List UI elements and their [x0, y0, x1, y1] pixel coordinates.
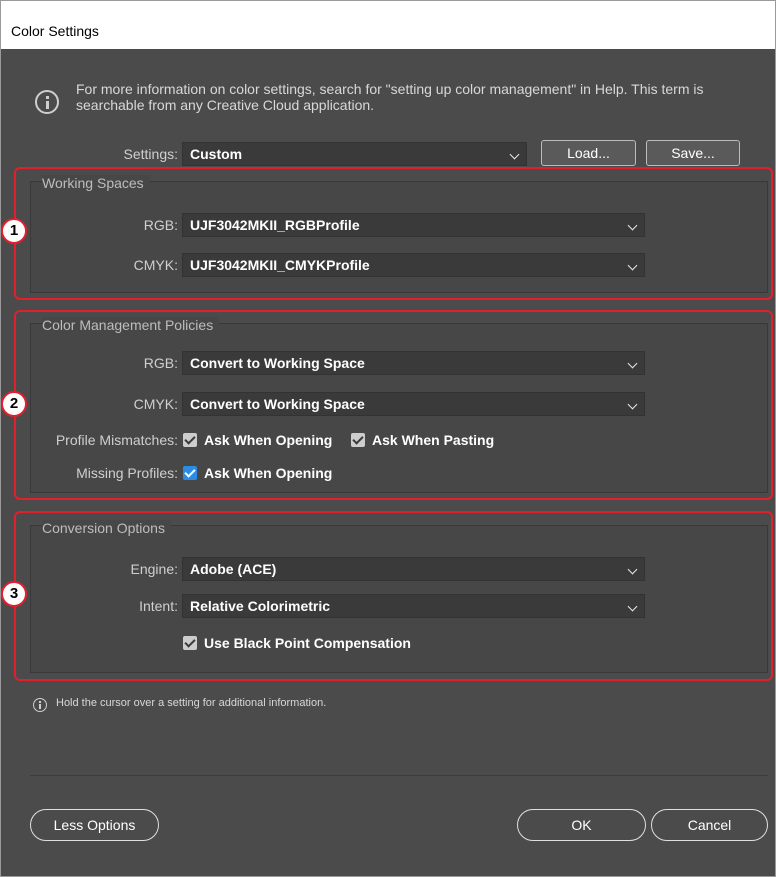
settings-dropdown[interactable]: Custom — [182, 142, 527, 166]
less-options-button[interactable]: Less Options — [30, 809, 159, 841]
title-bar: Color Settings — [1, 1, 775, 50]
settings-label: Settings: — [123, 146, 178, 162]
chevron-down-icon — [509, 149, 520, 160]
highlight-box-3 — [14, 511, 773, 681]
highlight-box-2 — [14, 310, 773, 500]
callout-badge-1: 1 — [1, 218, 27, 244]
cancel-button[interactable]: Cancel — [651, 809, 768, 841]
window-title: Color Settings — [11, 23, 99, 39]
save-button[interactable]: Save... — [646, 140, 740, 166]
settings-value: Custom — [190, 146, 243, 162]
hint-text: Hold the cursor over a setting for addit… — [56, 697, 327, 709]
highlight-box-1 — [14, 167, 773, 300]
callout-badge-2: 2 — [1, 391, 27, 417]
ok-button[interactable]: OK — [517, 809, 646, 841]
callout-badge-3: 3 — [1, 581, 27, 607]
info-icon — [35, 90, 59, 114]
info-message: For more information on color settings, … — [76, 81, 704, 113]
info-small-icon — [33, 698, 47, 712]
divider — [30, 775, 768, 776]
load-button[interactable]: Load... — [541, 140, 636, 166]
